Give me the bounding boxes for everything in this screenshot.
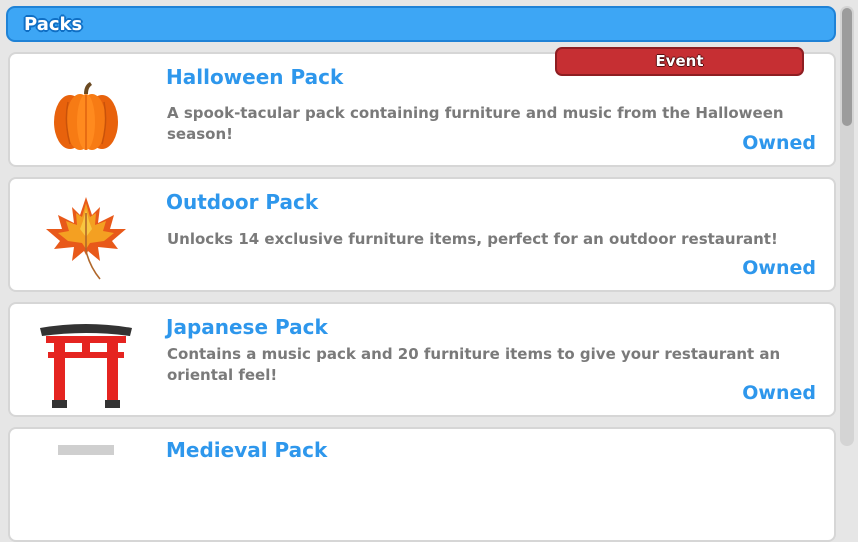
owned-label: Owned	[742, 132, 816, 154]
pack-title: Outdoor Pack	[166, 190, 319, 214]
owned-label: Owned	[742, 382, 816, 404]
pack-title: Halloween Pack	[166, 65, 344, 89]
scrollbar-thumb[interactable]	[842, 8, 852, 126]
pack-card-japanese[interactable]: Japanese Pack Contains a music pack and …	[8, 302, 836, 417]
pack-title: Medieval Pack	[166, 438, 328, 462]
packs-header: Packs	[6, 6, 836, 42]
maple-leaf-icon	[40, 189, 132, 281]
pack-description: Contains a music pack and 20 furniture i…	[167, 345, 781, 384]
torii-gate-icon	[38, 314, 132, 408]
medieval-icon	[40, 441, 132, 533]
event-badge-label: Event	[655, 52, 704, 70]
event-badge: Event	[555, 47, 804, 76]
owned-label: Owned	[742, 257, 816, 279]
pack-title: Japanese Pack	[166, 315, 328, 339]
pumpkin-icon	[40, 64, 132, 156]
page-title: Packs	[24, 14, 83, 35]
pack-description: Unlocks 14 exclusive furniture items, pe…	[167, 230, 778, 248]
pack-card-medieval[interactable]: Medieval Pack	[8, 427, 836, 542]
pack-description: A spook-tacular pack containing furnitur…	[167, 104, 784, 143]
pack-card-outdoor[interactable]: Outdoor Pack Unlocks 14 exclusive furnit…	[8, 177, 836, 292]
